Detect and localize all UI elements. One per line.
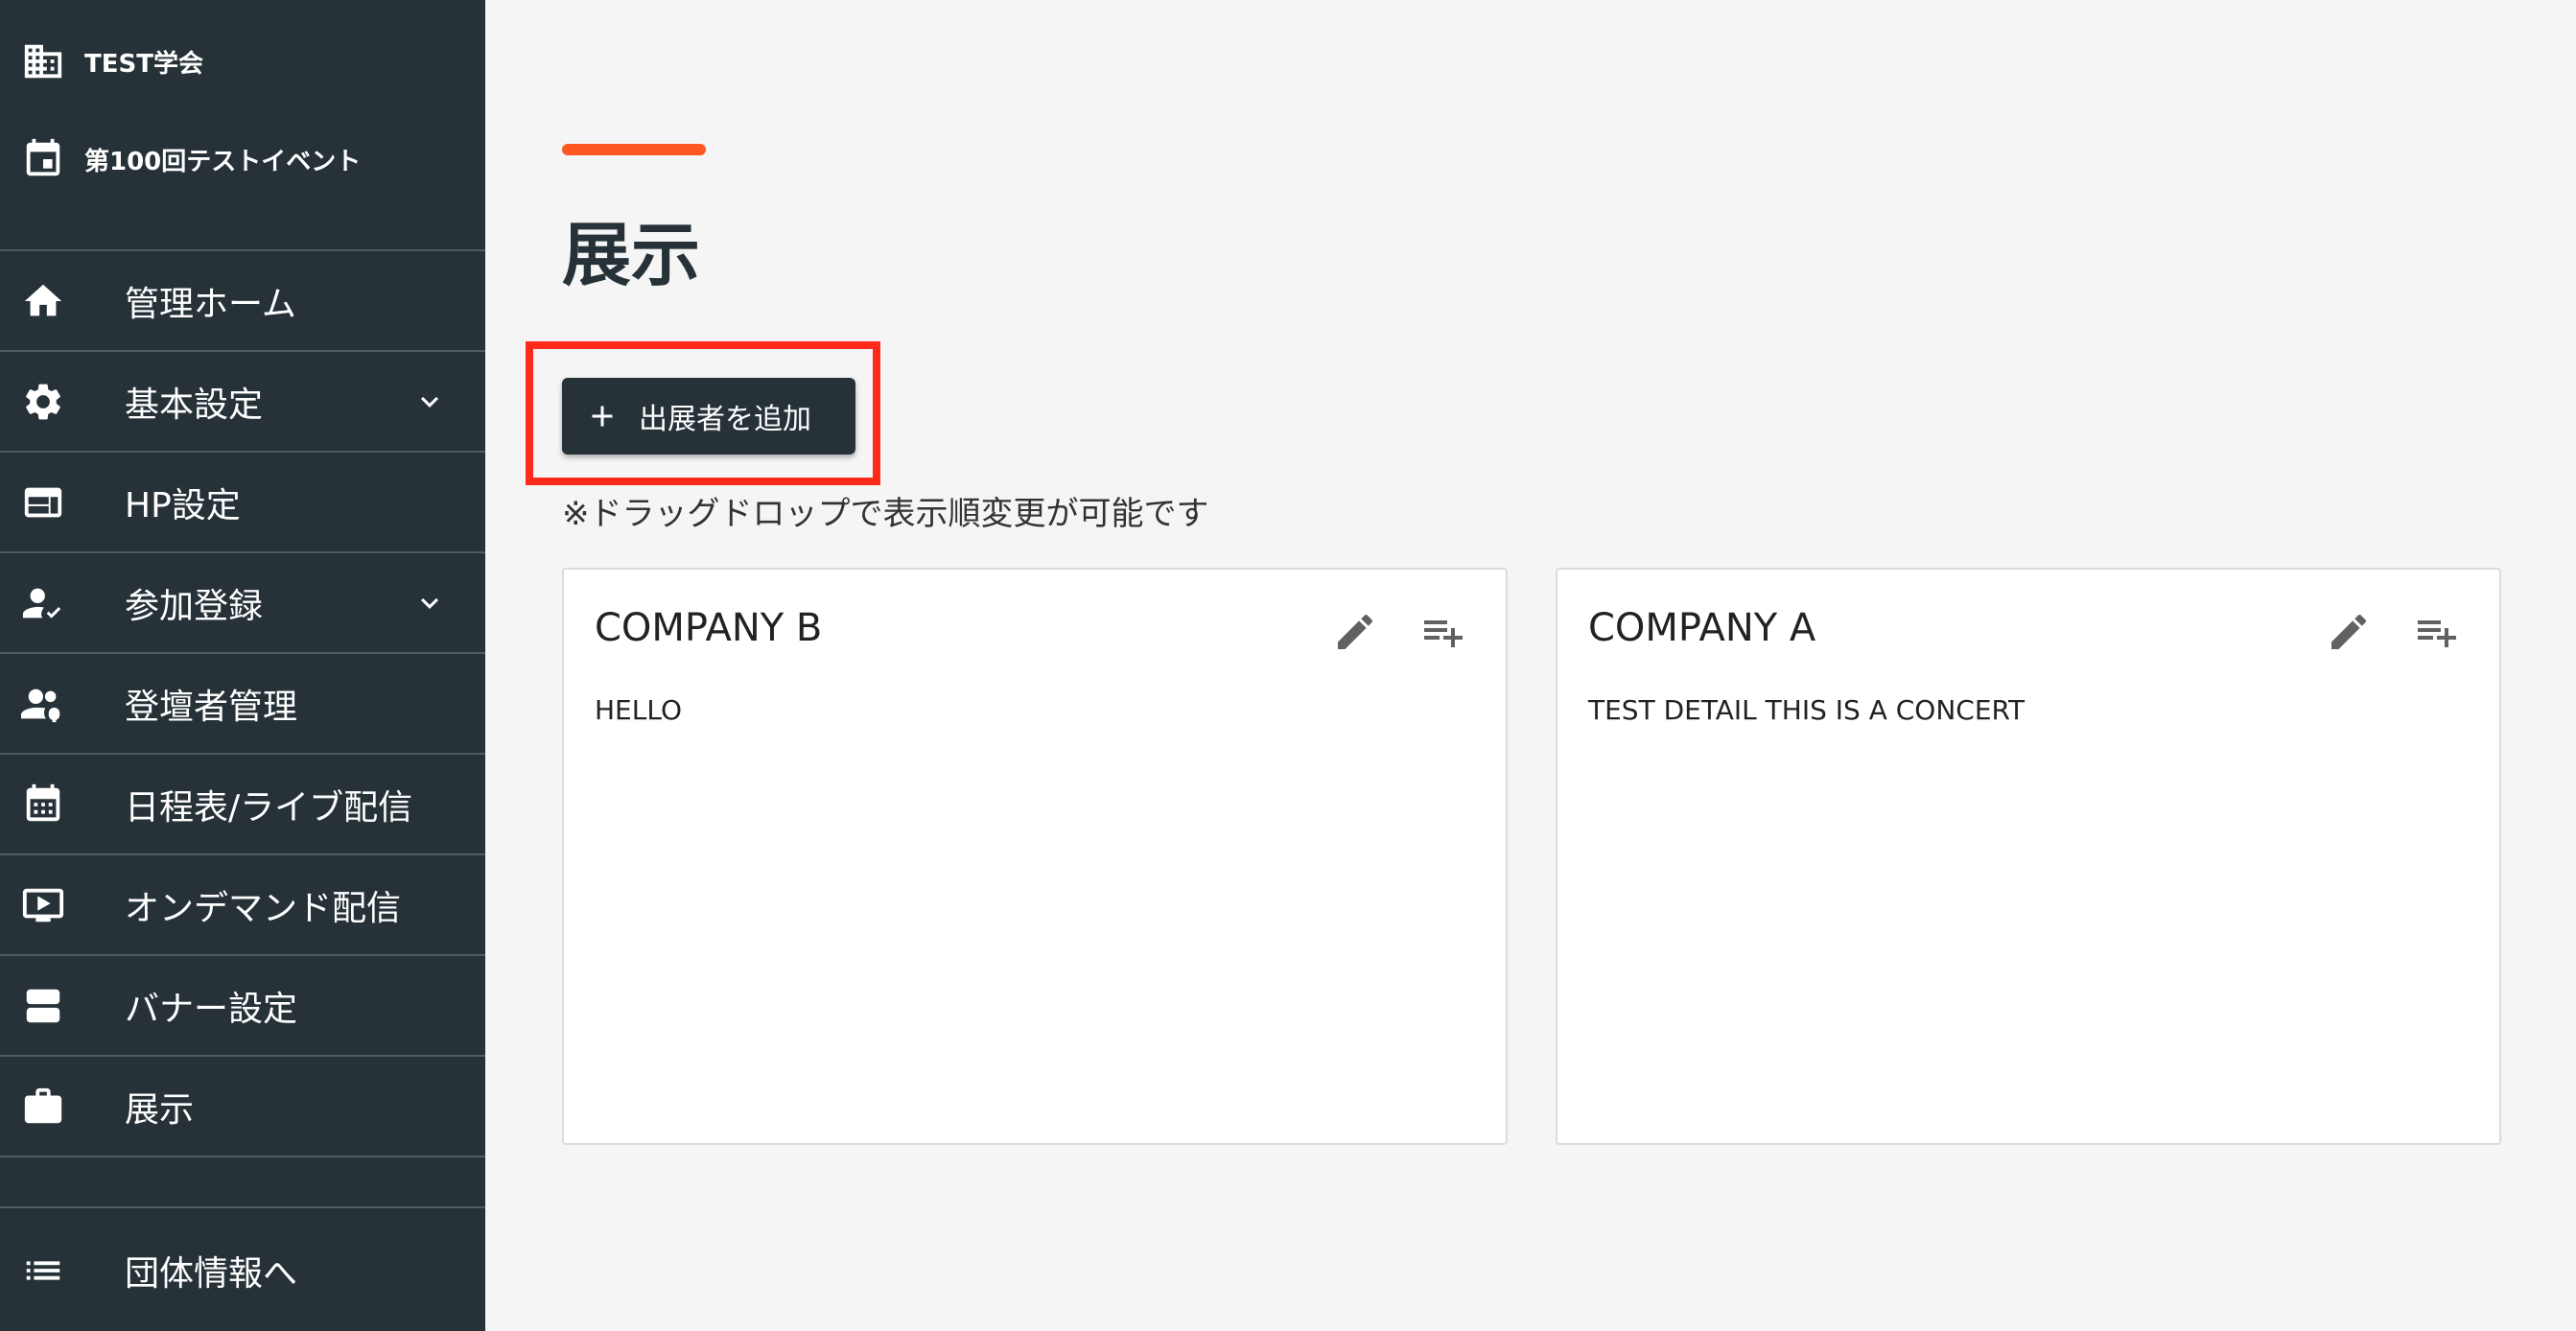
sidebar-item-banner[interactable]: バナー設定	[0, 956, 485, 1057]
sidebar-item-label: 登壇者管理	[125, 687, 298, 727]
person-check-icon	[21, 581, 65, 625]
video-play-icon	[21, 883, 65, 927]
home-icon	[21, 279, 65, 323]
event-row[interactable]: 第100回テストイベント	[0, 121, 485, 198]
speaker-group-icon	[21, 682, 65, 726]
exhibitor-card[interactable]: COMPANY A TEST DETAIL THIS IS A CONCERT	[1556, 568, 2501, 1145]
briefcase-icon	[21, 1085, 65, 1129]
exhibitor-name: COMPANY B	[595, 606, 823, 650]
main-content: 展示 出展者を追加 ※ドラッグドロップで表示順変更が可能です COMPANY B…	[485, 0, 2576, 1331]
playlist-add-icon[interactable]	[1419, 608, 1467, 656]
sidebar-item-hp-settings[interactable]: HP設定	[0, 453, 485, 553]
exhibitor-detail: HELLO	[595, 694, 682, 726]
org-row[interactable]: TEST学会	[0, 23, 485, 100]
sidebar-item-registration[interactable]: 参加登録	[0, 553, 485, 654]
chevron-down-icon[interactable]	[412, 586, 447, 620]
sidebar: TEST学会 第100回テストイベント 管理ホーム 基本設定 HP設定 参加登録…	[0, 0, 485, 1331]
calendar-event-icon	[21, 137, 65, 181]
chevron-down-icon[interactable]	[412, 385, 447, 419]
sidebar-item-exhibition[interactable]: 展示	[0, 1057, 485, 1157]
building-icon	[21, 39, 65, 83]
event-name: 第100回テストイベント	[84, 147, 362, 176]
sidebar-item-on-demand[interactable]: オンデマンド配信	[0, 855, 485, 956]
sidebar-item-label: 基本設定	[125, 385, 264, 425]
drag-drop-hint: ※ドラッグドロップで表示順変更が可能です	[562, 495, 1209, 533]
sidebar-item-label: 参加登録	[125, 586, 264, 626]
edit-icon[interactable]	[2325, 608, 2373, 656]
sidebar-item-label: 団体情報へ	[125, 1254, 298, 1294]
list-icon	[21, 1249, 65, 1293]
sidebar-item-speakers[interactable]: 登壇者管理	[0, 654, 485, 755]
edit-icon[interactable]	[1331, 608, 1379, 656]
app-root: TEST学会 第100回テストイベント 管理ホーム 基本設定 HP設定 参加登録…	[0, 0, 2576, 1331]
sidebar-item-label: 展示	[125, 1089, 195, 1130]
sidebar-item-home[interactable]: 管理ホーム	[0, 251, 485, 352]
exhibitor-detail: TEST DETAIL THIS IS A CONCERT	[1588, 694, 2026, 726]
sidebar-item-schedule-live[interactable]: 日程表/ライブ配信	[0, 755, 485, 855]
sidebar-item-label: 日程表/ライブ配信	[125, 787, 413, 828]
exhibitor-name: COMPANY A	[1588, 606, 1816, 650]
add-exhibitor-label: 出展者を追加	[639, 403, 811, 436]
sidebar-item-label: 管理ホーム	[125, 284, 296, 324]
exhibitor-card[interactable]: COMPANY B HELLO	[562, 568, 1508, 1145]
exhibitor-card-list: COMPANY B HELLO COMPANY A TEST DETAIL TH…	[562, 568, 2509, 1147]
add-exhibitor-button[interactable]: 出展者を追加	[562, 378, 855, 455]
sidebar-item-label: HP設定	[125, 485, 241, 525]
sidebar-nav: 管理ホーム 基本設定 HP設定 参加登録 登壇者管理 日程表/ライブ配信 オンデ…	[0, 249, 485, 1157]
calendar-grid-icon	[21, 782, 65, 827]
sidebar-item-basic-settings[interactable]: 基本設定	[0, 352, 485, 453]
sidebar-item-label: オンデマンド配信	[125, 888, 402, 928]
banner-icon	[21, 984, 65, 1028]
web-layout-icon	[21, 480, 65, 525]
gear-icon	[21, 380, 65, 424]
sidebar-item-label: バナー設定	[125, 989, 298, 1029]
page-title: 展示	[562, 215, 701, 295]
title-accent-bar	[562, 144, 706, 155]
playlist-add-icon[interactable]	[2413, 608, 2461, 656]
org-name: TEST学会	[84, 49, 203, 79]
sidebar-item-org-info[interactable]: 団体情報へ	[0, 1206, 485, 1331]
plus-icon	[585, 399, 620, 433]
